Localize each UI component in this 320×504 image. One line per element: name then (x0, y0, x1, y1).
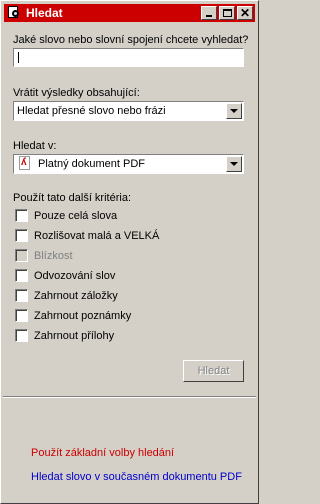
criteria-label: Použít tato další kritéria: (13, 192, 131, 204)
results-select-value: Hledat přesné slovo nebo frázi (17, 105, 166, 117)
scope-select-value: Platný dokument PDF (38, 158, 145, 170)
checkbox[interactable] (15, 269, 28, 282)
checkbox-disabled (15, 249, 28, 262)
checkbox-label: Zahrnout záložky (34, 289, 118, 302)
maximize-button[interactable] (219, 6, 235, 20)
checkbox-label: Zahrnout přílohy (34, 329, 115, 342)
search-app-icon (6, 6, 22, 20)
pdf-document-icon: ʎ (18, 156, 32, 172)
criteria-item-whole-words[interactable]: Pouze celá slova (15, 209, 117, 222)
scope-select[interactable]: ʎ Platný dokument PDF (13, 154, 244, 174)
checkbox[interactable] (15, 209, 28, 222)
checkbox-label: Blízkost (34, 249, 73, 262)
checkbox-label: Odvozování slov (34, 269, 116, 282)
criteria-item-proximity: Blízkost (15, 249, 73, 262)
scope-label: Hledat v: (13, 140, 57, 152)
checkbox-label: Pouze celá slova (34, 209, 118, 222)
checkbox[interactable] (15, 289, 28, 302)
criteria-item-case-sensitive[interactable]: Rozlišovat malá a VELKÁ (15, 229, 159, 242)
close-icon: ✕ (239, 6, 251, 20)
chevron-down-icon[interactable] (226, 156, 242, 172)
checkbox[interactable] (15, 309, 28, 322)
criteria-item-comments[interactable]: Zahrnout poznámky (15, 309, 131, 322)
criteria-item-stemming[interactable]: Odvozování slov (15, 269, 115, 282)
results-select[interactable]: Hledat přesné slovo nebo frázi (13, 101, 244, 121)
checkbox-label: Rozlišovat malá a VELKÁ (34, 229, 160, 242)
criteria-item-attachments[interactable]: Zahrnout přílohy (15, 329, 114, 342)
search-button[interactable]: Hledat (183, 360, 244, 382)
chevron-down-icon[interactable] (226, 103, 242, 119)
minimize-button[interactable] (201, 6, 217, 20)
window-title: Hledat (26, 6, 63, 20)
maximize-icon (223, 9, 232, 17)
criteria-item-bookmarks[interactable]: Zahrnout záložky (15, 289, 118, 302)
search-input[interactable] (13, 48, 244, 67)
minimize-icon (206, 15, 212, 17)
search-question-label: Jaké slovo nebo slovní spojení chcete vy… (13, 34, 249, 46)
checkbox[interactable] (15, 229, 28, 242)
basic-options-link[interactable]: Použít základní volby hledání (31, 447, 174, 459)
search-current-document-link[interactable]: Hledat slovo v současném dokumentu PDF (31, 471, 242, 483)
checkbox-label: Zahrnout poznámky (34, 309, 132, 322)
checkbox[interactable] (15, 329, 28, 342)
results-label: Vrátit výsledky obsahující: (13, 87, 140, 99)
search-window: Hledat ✕ Jaké slovo nebo slovní spojení … (0, 0, 259, 504)
close-button[interactable]: ✕ (237, 6, 253, 20)
title-bar[interactable]: Hledat ✕ (4, 4, 255, 22)
divider (3, 396, 256, 398)
